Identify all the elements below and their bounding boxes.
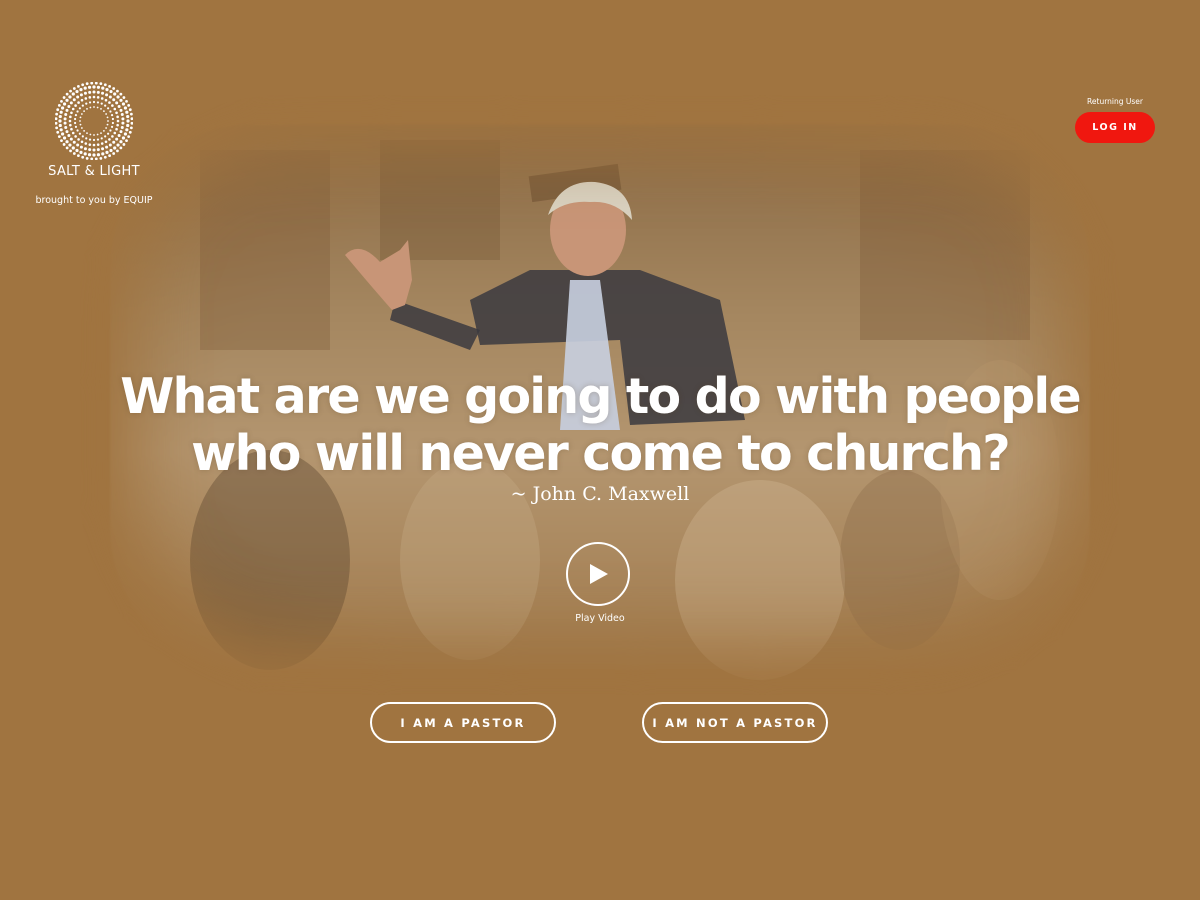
quote-attribution: ~ John C. Maxwell [510,483,690,505]
i-am-not-a-pastor-button[interactable]: I AM NOT A PASTOR [642,702,828,743]
i-am-a-pastor-button[interactable]: I AM A PASTOR [370,702,556,743]
hero-quote-line-2: who will never come to church? [191,425,1010,482]
brand-tagline: brought to you by EQUIP [35,195,153,206]
play-video-button[interactable] [566,542,630,606]
hero-quote-line-1: What are we going to do with people [120,368,1081,425]
login-button[interactable]: LOG IN [1075,112,1155,143]
play-icon [590,564,608,584]
hero-quote: What are we going to do with people who … [100,368,1100,482]
brand-logo[interactable]: SALT & LIGHT brought to you by EQUIP [30,82,158,206]
landing-page: SALT & LIGHT brought to you by EQUIP Ret… [0,0,1200,900]
brand-name: SALT & LIGHT [48,164,140,179]
dotted-sunburst-icon [55,82,133,160]
play-video-label[interactable]: Play Video [548,613,652,624]
returning-user-label: Returning User [1087,97,1143,106]
login-area: Returning User LOG IN [1075,97,1155,143]
